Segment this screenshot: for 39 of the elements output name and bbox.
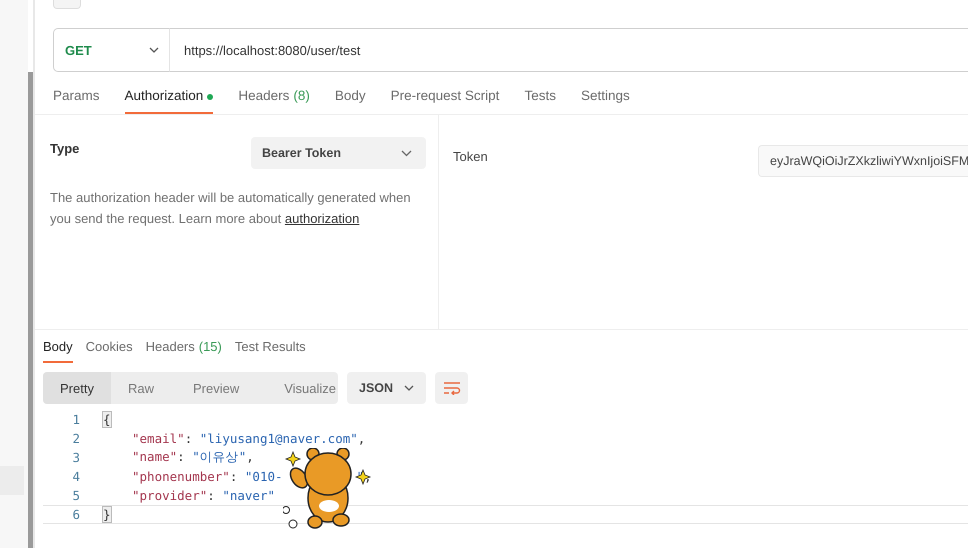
scrollbar[interactable] [28, 72, 33, 548]
code-line: "name": "이유상", [131, 449, 254, 466]
auth-description: The authorization header will be automatically generated when you send the request. Learn more about authorization [50, 189, 412, 228]
line-number: 5 [71, 488, 80, 503]
back-icon[interactable] [53, 0, 81, 9]
request-tab[interactable]: Tests [524, 83, 556, 114]
wrap-lines-icon [442, 381, 460, 395]
response-tab[interactable]: Body [43, 336, 73, 363]
line-number: 6 [71, 507, 80, 522]
request-tab[interactable]: Body [334, 83, 366, 114]
request-tab[interactable]: Params [53, 83, 100, 114]
token-label: Token [453, 149, 488, 164]
response-tab[interactable]: Cookies [86, 336, 133, 363]
chevron-down-icon [149, 47, 159, 53]
response-tab[interactable]: Test Results [234, 336, 306, 363]
view-mode-tab[interactable]: Raw [110, 372, 171, 404]
code-line: "email": "liyusang1@naver.com", [131, 431, 366, 446]
view-mode-tab[interactable]: Pretty [43, 372, 111, 404]
token-field[interactable]: eyJraWQiOiJrZXkzliwiYWxnIjoiSFM [758, 145, 968, 177]
line-number: 2 [71, 431, 80, 446]
request-tab[interactable]: Settings [580, 83, 630, 114]
line-number: 4 [71, 469, 80, 484]
chevron-down-icon [404, 385, 414, 391]
request-tab[interactable]: Pre-request Script [390, 83, 500, 114]
response-tab[interactable]: Headers (15) [146, 336, 222, 363]
auth-type-dropdown[interactable]: Bearer Token [251, 137, 426, 169]
line-number: 1 [71, 412, 80, 427]
view-mode-tab[interactable]: Preview [170, 372, 268, 404]
type-label: Type [50, 141, 80, 156]
url-field[interactable]: https://localhost:8080/user/test [169, 28, 968, 72]
format-dropdown[interactable]: JSON [347, 372, 426, 404]
wrap-button[interactable] [435, 372, 468, 404]
line-number: 3 [71, 450, 80, 465]
code-line: "provider": "naver" [131, 488, 276, 503]
method-dropdown[interactable]: GET [53, 28, 169, 72]
request-tab[interactable]: Authorization [124, 83, 214, 114]
authorization-link[interactable]: authorization [284, 211, 360, 226]
request-tab[interactable]: Headers (8) [238, 83, 310, 114]
chevron-down-icon [401, 150, 412, 156]
